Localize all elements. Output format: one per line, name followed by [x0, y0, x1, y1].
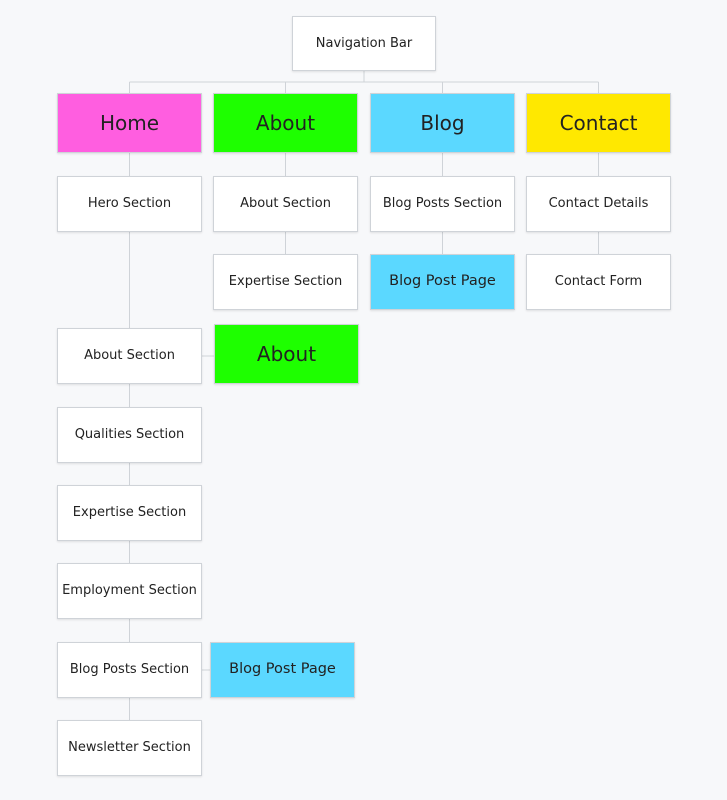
- employment-section-node: Employment Section: [57, 563, 202, 619]
- blog-post-page-link-node: Blog Post Page: [210, 642, 355, 698]
- home-label: Home: [99, 111, 160, 135]
- about-link-label: About: [256, 342, 317, 366]
- blog-node: Blog: [370, 93, 515, 153]
- blog-post-page-label: Blog Post Page: [389, 273, 496, 290]
- nav-bar-label: Navigation Bar: [315, 35, 413, 51]
- nav-bar-node: Navigation Bar: [292, 16, 436, 71]
- contact-details-node: Contact Details: [526, 176, 671, 232]
- about-section-node: About Section: [213, 176, 358, 232]
- blog-posts-section-label: Blog Posts Section: [382, 196, 503, 212]
- contact-details-label: Contact Details: [548, 196, 649, 212]
- contact-form-node: Contact Form: [526, 254, 671, 310]
- blog-post-page-link-label: Blog Post Page: [229, 661, 336, 678]
- qualities-section-node: Qualities Section: [57, 407, 202, 463]
- home-node: Home: [57, 93, 202, 153]
- newsletter-section-node: Newsletter Section: [57, 720, 202, 776]
- home-about-section-label: About Section: [84, 348, 175, 364]
- home-blog-posts-section-node: Blog Posts Section: [57, 642, 202, 698]
- contact-node: Contact: [526, 93, 671, 153]
- expertise-section-label: Expertise Section: [228, 274, 343, 290]
- about-label: About: [255, 111, 316, 135]
- newsletter-section-label: Newsletter Section: [68, 740, 191, 756]
- hero-section-node: Hero Section: [57, 176, 202, 232]
- blog-label: Blog: [420, 111, 465, 135]
- home-expertise-section-label: Expertise Section: [72, 505, 187, 521]
- about-link-node: About: [214, 324, 359, 384]
- home-about-section-node: About Section: [57, 328, 202, 384]
- about-node: About: [213, 93, 358, 153]
- contact-label: Contact: [559, 111, 638, 135]
- home-expertise-section-node: Expertise Section: [57, 485, 202, 541]
- contact-form-label: Contact Form: [554, 274, 643, 290]
- about-section-label: About Section: [240, 196, 331, 212]
- employment-section-label: Employment Section: [62, 583, 197, 599]
- sitemap-diagram: Navigation Bar Home About Blog Contact Hero S…: [0, 0, 727, 800]
- home-blog-posts-section-label: Blog Posts Section: [69, 662, 190, 678]
- expertise-section-node: Expertise Section: [213, 254, 358, 310]
- qualities-section-label: Qualities Section: [74, 427, 185, 443]
- hero-section-label: Hero Section: [87, 196, 172, 212]
- blog-posts-section-node: Blog Posts Section: [370, 176, 515, 232]
- blog-post-page-node: Blog Post Page: [370, 254, 515, 310]
